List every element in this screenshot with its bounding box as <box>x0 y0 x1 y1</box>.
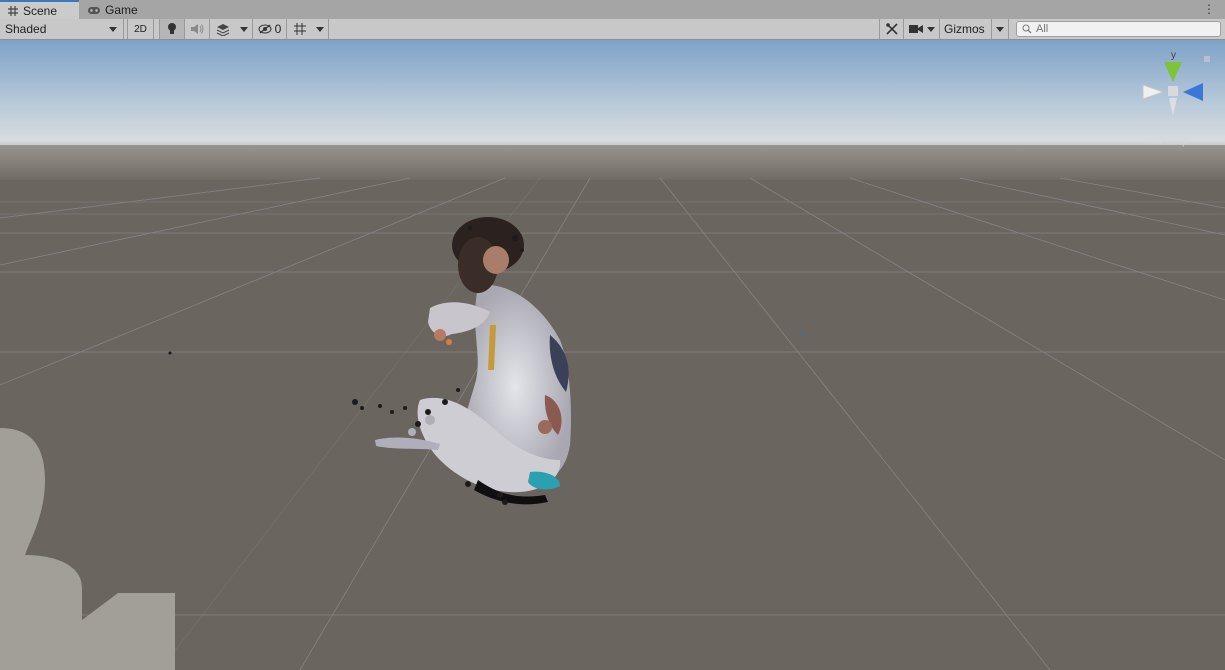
chevron-down-icon <box>926 26 935 32</box>
scene-toolbar: Shaded 2D 0 Gizmos <box>0 19 1225 40</box>
gizmo-center-cube[interactable] <box>1168 86 1178 96</box>
grid-dropdown[interactable] <box>312 19 329 39</box>
gamepad-icon <box>87 4 101 16</box>
eye-hidden-icon <box>258 24 272 34</box>
gizmos-label: Gizmos <box>944 22 985 36</box>
camera-settings-dropdown[interactable] <box>904 19 940 39</box>
gizmo-lock-icon[interactable] <box>1204 56 1210 62</box>
toggle-2d-label: 2D <box>134 23 147 35</box>
lighting-toggle-button[interactable] <box>160 19 185 39</box>
gizmos-dropdown[interactable] <box>992 19 1009 39</box>
window-menu-button[interactable]: ⋮ <box>1203 2 1215 16</box>
tools-button[interactable] <box>879 19 904 39</box>
gizmos-button[interactable]: Gizmos <box>940 19 992 39</box>
gizmo-y-label: y <box>1171 50 1176 61</box>
toggle-2d-button[interactable]: 2D <box>128 19 154 39</box>
chevron-down-icon <box>316 26 324 32</box>
lightbulb-icon <box>168 23 176 34</box>
search-input[interactable] <box>1036 22 1206 36</box>
gizmo-projection-label[interactable]: < Persp <box>1150 135 1188 147</box>
hidden-objects-count: 0 <box>274 22 282 36</box>
hidden-objects-toggle[interactable]: 0 <box>253 19 287 39</box>
chevron-down-icon <box>109 26 117 32</box>
tab-scene-label: Scene <box>23 3 58 18</box>
hash-grid-icon <box>7 5 19 17</box>
chevron-down-icon <box>996 26 1004 32</box>
layers-icon <box>216 23 230 36</box>
scene-viewport[interactable]: y < Persp <box>0 40 1225 670</box>
grid-icon <box>293 23 306 35</box>
chevron-down-icon <box>240 26 248 32</box>
window-tab-bar: Scene Game ⋮ <box>0 0 1225 20</box>
effects-dropdown[interactable] <box>236 19 253 39</box>
search-icon <box>1022 24 1032 34</box>
tab-scene[interactable]: Scene <box>0 0 79 19</box>
wrench-icon <box>885 23 898 35</box>
skybox <box>0 40 1225 158</box>
ground-plane <box>0 180 1225 670</box>
tab-game-label: Game <box>105 3 138 17</box>
shading-mode-value: Shaded <box>5 22 47 36</box>
shading-mode-dropdown[interactable]: Shaded <box>0 19 124 39</box>
horizon-haze <box>0 145 1225 185</box>
effects-toggle-button[interactable] <box>210 19 236 39</box>
speaker-icon <box>191 24 204 34</box>
scene-render[interactable]: y < Persp <box>0 40 1225 670</box>
camera-icon <box>908 25 923 33</box>
tab-game[interactable]: Game <box>80 1 142 19</box>
audio-toggle-button[interactable] <box>185 19 210 39</box>
scene-search-field[interactable] <box>1016 21 1221 37</box>
grid-toggle-button[interactable] <box>287 19 312 39</box>
